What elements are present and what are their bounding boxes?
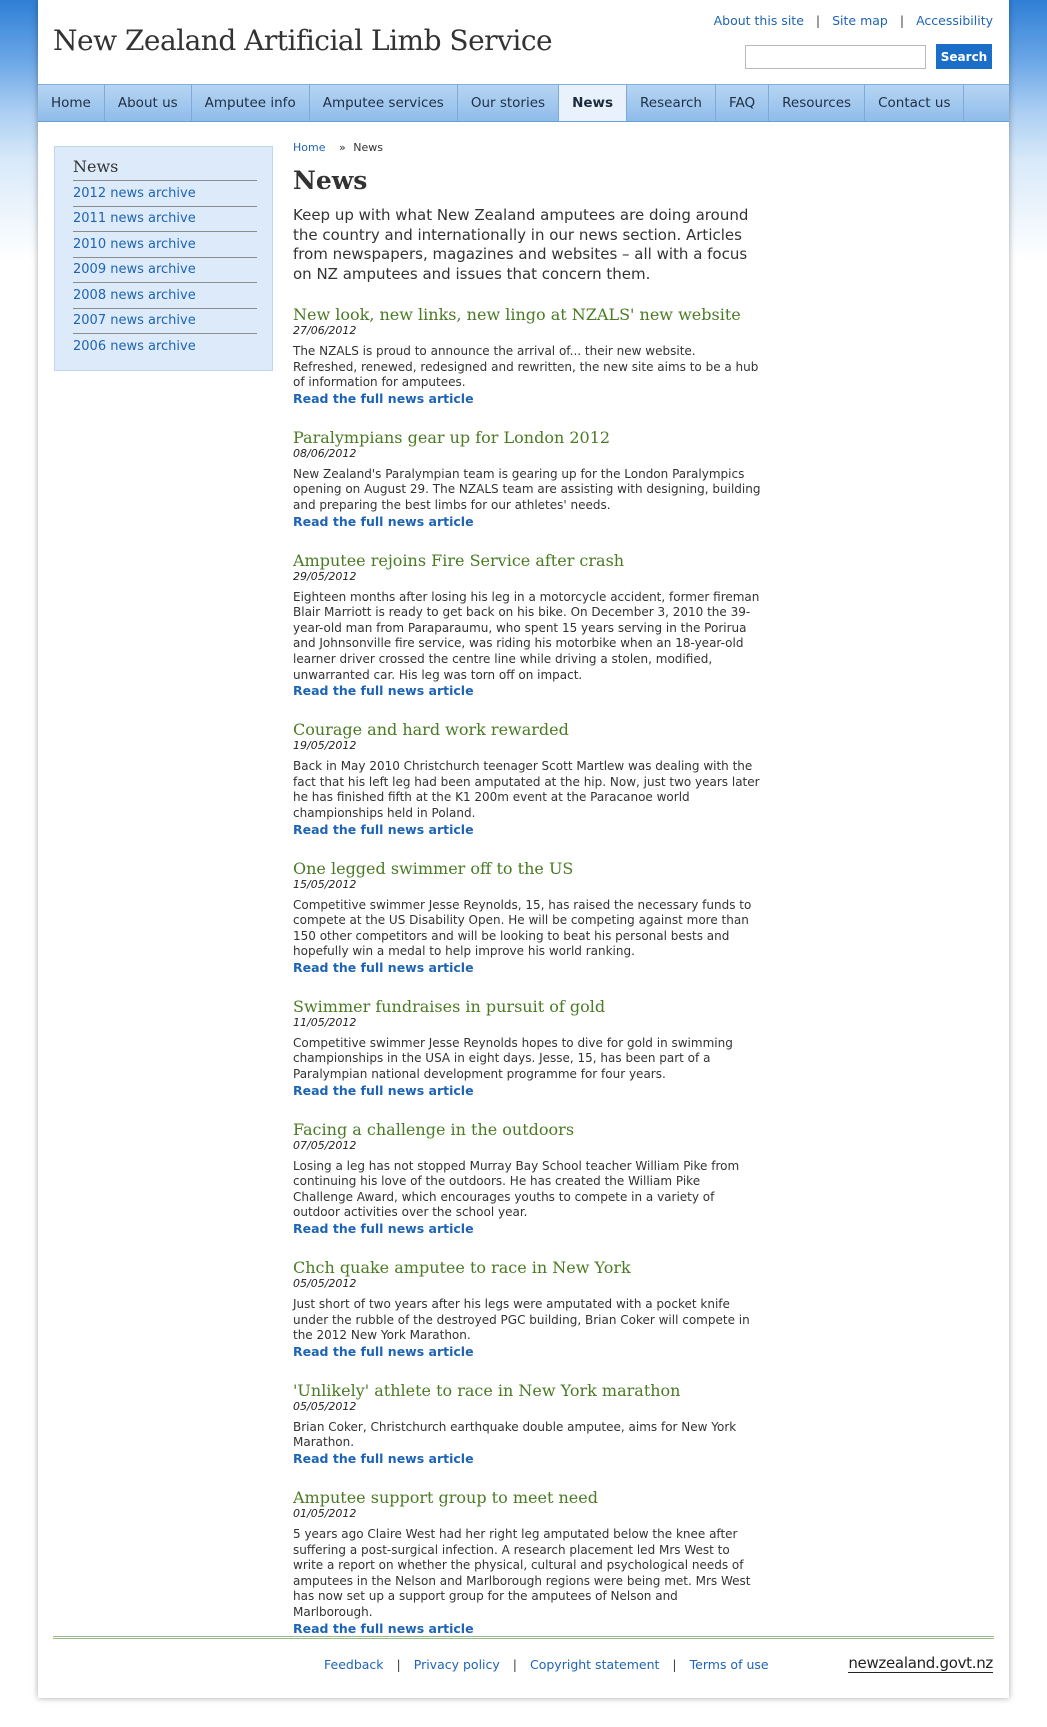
sidebar-title: News bbox=[73, 157, 257, 181]
about-site-link[interactable]: About this site bbox=[714, 13, 804, 28]
site-title[interactable]: New Zealand Artificial Limb Service bbox=[53, 24, 553, 57]
article-summary: 5 years ago Claire West had her right le… bbox=[293, 1527, 751, 1619]
sidebar-item-2010[interactable]: 2010 news archive bbox=[73, 232, 257, 258]
separator: | bbox=[672, 1657, 677, 1672]
breadcrumb-home[interactable]: Home bbox=[293, 141, 325, 154]
breadcrumb-current: News bbox=[353, 141, 383, 154]
sidebar-item-2007[interactable]: 2007 news archive bbox=[73, 309, 257, 334]
news-article: New look, new links, new lingo at NZALS'… bbox=[293, 306, 793, 407]
article-date: 05/05/2012 bbox=[293, 1399, 357, 1413]
article-summary: Competitive swimmer Jesse Reynolds hopes… bbox=[293, 1035, 733, 1082]
article-date: 11/05/2012 bbox=[293, 1015, 357, 1029]
article-summary: The NZALS is proud to announce the arriv… bbox=[293, 344, 759, 390]
sidebar-item-2006[interactable]: 2006 news archive bbox=[73, 334, 257, 360]
sidebar-item-2009[interactable]: 2009 news archive bbox=[73, 258, 257, 283]
article-title[interactable]: One legged swimmer off to the US bbox=[293, 859, 793, 878]
breadcrumb: Home » News bbox=[293, 141, 793, 157]
sidebar-item-2012[interactable]: 2012 news archive bbox=[73, 181, 257, 207]
footer-divider bbox=[53, 1636, 994, 1639]
intro-text: Keep up with what New Zealand amputees a… bbox=[293, 206, 749, 283]
news-article: Facing a challenge in the outdoors 07/05… bbox=[293, 1120, 793, 1237]
privacy-policy-link[interactable]: Privacy policy bbox=[414, 1657, 500, 1672]
news-article: Swimmer fundraises in pursuit of gold 11… bbox=[293, 997, 793, 1099]
news-article: 'Unlikely' athlete to race in New York m… bbox=[293, 1381, 793, 1467]
nav-amputee-services[interactable]: Amputee services bbox=[310, 85, 458, 121]
copyright-link[interactable]: Copyright statement bbox=[530, 1657, 659, 1672]
article-date: 01/05/2012 bbox=[293, 1507, 357, 1520]
nav-research[interactable]: Research bbox=[627, 85, 716, 121]
article-title[interactable]: Paralympians gear up for London 2012 bbox=[293, 428, 793, 447]
footer-links: Feedback | Privacy policy | Copyright st… bbox=[324, 1657, 769, 1672]
news-article: One legged swimmer off to the US 15/05/2… bbox=[293, 859, 793, 976]
article-title[interactable]: Chch quake amputee to race in New York bbox=[293, 1259, 793, 1277]
page-title: News bbox=[293, 166, 368, 195]
utility-links: About this site | Site map | Accessibili… bbox=[714, 13, 993, 28]
article-title[interactable]: Courage and hard work rewarded bbox=[293, 721, 793, 739]
sidebar-news-archive: News 2012 news archive 2011 news archive… bbox=[54, 146, 273, 371]
article-date: 15/05/2012 bbox=[293, 877, 357, 891]
article-summary: New Zealand's Paralympian team is gearin… bbox=[293, 466, 761, 512]
news-article: Amputee support group to meet need 01/05… bbox=[293, 1489, 793, 1637]
feedback-link[interactable]: Feedback bbox=[324, 1657, 384, 1672]
article-date: 29/05/2012 bbox=[293, 569, 357, 583]
nav-news[interactable]: News bbox=[559, 85, 628, 121]
article-title[interactable]: Swimmer fundraises in pursuit of gold bbox=[293, 997, 793, 1016]
nz-govt-logo[interactable]: newzealand.govt.nz bbox=[848, 1654, 993, 1673]
article-title[interactable]: Facing a challenge in the outdoors bbox=[293, 1120, 793, 1139]
breadcrumb-separator: » bbox=[338, 141, 346, 154]
separator: | bbox=[396, 1657, 401, 1672]
read-more-link[interactable]: Read the full news article bbox=[293, 391, 793, 407]
article-title[interactable]: New look, new links, new lingo at NZALS'… bbox=[293, 306, 793, 324]
article-date: 08/06/2012 bbox=[293, 446, 357, 460]
nav-resources[interactable]: Resources bbox=[769, 85, 866, 121]
news-article: Paralympians gear up for London 2012 08/… bbox=[293, 428, 793, 530]
page-container: New Zealand Artificial Limb Service Abou… bbox=[38, 0, 1009, 1698]
main-content: Home » News News Keep up with what New Z… bbox=[293, 141, 793, 1637]
article-summary: Competitive swimmer Jesse Reynolds, 15, … bbox=[293, 897, 752, 959]
news-article: Chch quake amputee to race in New York 0… bbox=[293, 1259, 793, 1360]
main-nav: Home About us Amputee info Amputee servi… bbox=[38, 84, 1009, 122]
nav-our-stories[interactable]: Our stories bbox=[458, 85, 560, 121]
nav-amputee-info[interactable]: Amputee info bbox=[192, 85, 310, 121]
article-summary: Brian Coker, Christchurch earthquake dou… bbox=[293, 1419, 737, 1450]
article-title[interactable]: 'Unlikely' athlete to race in New York m… bbox=[293, 1381, 793, 1400]
read-more-link[interactable]: Read the full news article bbox=[293, 1621, 793, 1637]
separator: | bbox=[899, 13, 905, 28]
read-more-link[interactable]: Read the full news article bbox=[293, 1451, 793, 1467]
article-date: 27/06/2012 bbox=[293, 324, 357, 337]
article-date: 05/05/2012 bbox=[293, 1277, 357, 1291]
sidebar-item-2011[interactable]: 2011 news archive bbox=[73, 207, 257, 232]
nav-faq[interactable]: FAQ bbox=[716, 85, 770, 121]
read-more-link[interactable]: Read the full news article bbox=[293, 1083, 793, 1099]
article-date: 19/05/2012 bbox=[293, 739, 357, 753]
article-summary: Back in May 2010 Christchurch teenager S… bbox=[293, 759, 760, 820]
separator: | bbox=[512, 1657, 517, 1672]
read-more-link[interactable]: Read the full news article bbox=[293, 514, 793, 530]
article-summary: Eighteen months after losing his leg in … bbox=[293, 589, 760, 682]
read-more-link[interactable]: Read the full news article bbox=[293, 960, 793, 976]
nav-contact-us[interactable]: Contact us bbox=[865, 85, 965, 121]
nav-home[interactable]: Home bbox=[38, 85, 105, 121]
search-button[interactable]: Search bbox=[936, 44, 992, 69]
read-more-link[interactable]: Read the full news article bbox=[293, 822, 793, 838]
separator: | bbox=[815, 13, 821, 28]
news-article: Courage and hard work rewarded 19/05/201… bbox=[293, 721, 793, 837]
article-summary: Losing a leg has not stopped Murray Bay … bbox=[293, 1158, 740, 1220]
news-article: Amputee rejoins Fire Service after crash… bbox=[293, 551, 793, 700]
read-more-link[interactable]: Read the full news article bbox=[293, 683, 793, 699]
sidebar-item-2008[interactable]: 2008 news archive bbox=[73, 283, 257, 309]
article-date: 07/05/2012 bbox=[293, 1138, 357, 1152]
site-map-link[interactable]: Site map bbox=[832, 13, 888, 28]
terms-of-use-link[interactable]: Terms of use bbox=[690, 1657, 769, 1672]
read-more-link[interactable]: Read the full news article bbox=[293, 1344, 793, 1360]
read-more-link[interactable]: Read the full news article bbox=[293, 1221, 793, 1237]
nav-about-us[interactable]: About us bbox=[105, 85, 192, 121]
search-input[interactable] bbox=[745, 45, 926, 69]
accessibility-link[interactable]: Accessibility bbox=[916, 13, 993, 28]
article-title[interactable]: Amputee support group to meet need bbox=[293, 1489, 793, 1507]
article-summary: Just short of two years after his legs w… bbox=[293, 1297, 750, 1343]
article-title[interactable]: Amputee rejoins Fire Service after crash bbox=[293, 551, 793, 570]
